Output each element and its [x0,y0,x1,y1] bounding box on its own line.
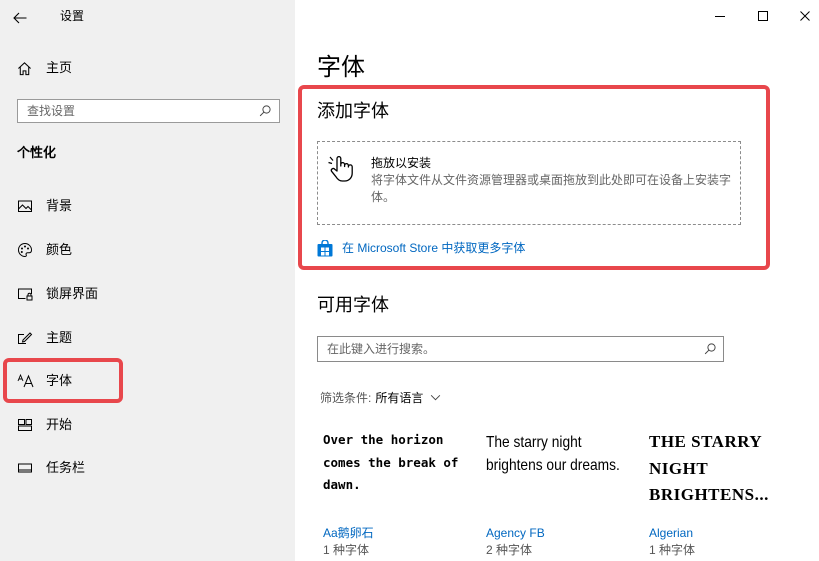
filter-value: 所有语言 [375,391,424,405]
section-title: 个性化 [17,145,57,160]
minimize-button[interactable] [698,0,742,32]
search-icon[interactable] [259,105,271,117]
available-fonts-title: 可用字体 [317,295,389,315]
font-card-agency-fb[interactable]: The starry night brightens our dreams. A… [486,429,646,558]
search-icon[interactable] [704,343,716,355]
palette-icon [17,242,33,258]
filter-label: 筛选条件: [320,391,372,405]
sidebar-item-taskbar[interactable]: 任务栏 [0,448,295,488]
font-count: 1 种字体 [649,543,696,557]
font-search-input[interactable] [318,337,697,361]
back-button[interactable] [4,2,38,30]
sidebar-item-label: 开始 [46,417,73,432]
store-link-text: 在 Microsoft Store 中获取更多字体 [342,241,526,255]
start-icon [18,419,32,431]
drop-description: 将字体文件从文件资源管理器或桌面拖放到此处即可在设备上安装字体。 [371,173,732,204]
app-title: 设置 [60,9,85,23]
drop-title: 拖放以安装 [371,156,432,170]
sidebar-item-lock-screen[interactable]: 锁屏界面 [0,274,295,314]
sidebar-item-colors[interactable]: 颜色 [0,230,295,270]
font-preview: Over the horizon comes the break of dawn… [323,432,459,492]
settings-search-input[interactable] [18,100,253,122]
sidebar-item-label: 任务栏 [46,460,86,475]
language-filter-dropdown[interactable]: 所有语言 [375,391,441,405]
font-preview: The starry night brightens our dreams. [486,434,620,474]
sidebar-item-fonts[interactable]: 字体 [0,361,295,401]
sidebar-item-themes[interactable]: 主题 [0,318,295,358]
lock-screen-icon [18,288,33,301]
language-filter: 筛选条件: 所有语言 [320,390,441,406]
add-fonts-title: 添加字体 [317,101,389,121]
theme-icon [18,332,33,344]
font-name: Algerian [649,526,694,540]
sidebar-item-label: 锁屏界面 [46,286,99,301]
sidebar-item-background[interactable]: 背景 [0,186,295,226]
sidebar-item-label: 字体 [46,373,73,388]
font-icon [17,373,34,388]
font-card-algerian[interactable]: THE STARRY NIGHT BRIGHTENS... Algerian 1… [649,429,799,558]
close-button[interactable] [784,0,819,32]
font-count: 1 种字体 [323,543,370,557]
page-title: 字体 [317,54,365,81]
font-name: Aa鹅卵石 [323,526,374,540]
store-link[interactable]: 在 Microsoft Store 中获取更多字体 [317,239,557,257]
sidebar-item-start[interactable]: 开始 [0,405,295,445]
sidebar-search-box [17,99,280,123]
font-count: 2 种字体 [486,543,533,557]
close-icon [800,11,810,21]
back-arrow-icon [13,12,27,24]
sidebar-home[interactable]: 主页 [0,50,295,86]
font-search-box [317,336,724,362]
font-drop-zone[interactable]: 拖放以安装 将字体文件从文件资源管理器或桌面拖放到此处即可在设备上安装字体。 [317,141,741,225]
main-content: 字体 添加字体 拖放以安装 将字体文件从文件资源管理器或桌面拖放到此处即可在设备… [295,0,819,561]
store-icon [317,240,333,257]
maximize-icon [758,11,768,21]
sidebar-home-label: 主页 [46,60,73,75]
picture-icon [18,200,32,212]
maximize-button[interactable] [742,0,784,32]
chevron-down-icon [431,394,441,401]
sidebar-item-label: 背景 [46,198,73,213]
sidebar: 设置 主页 个性化 背景 颜色 锁 [0,0,295,561]
font-card-aa-pebble[interactable]: Over the horizon comes the break of dawn… [323,429,473,558]
sidebar-item-label: 主题 [46,330,73,345]
taskbar-icon [18,463,32,473]
font-preview: THE STARRY NIGHT BRIGHTENS... [649,432,769,504]
sidebar-item-label: 颜色 [46,242,73,257]
home-icon [18,62,31,76]
font-name: Agency FB [486,526,545,540]
hand-drag-icon [328,155,353,182]
minimize-icon [715,16,725,17]
